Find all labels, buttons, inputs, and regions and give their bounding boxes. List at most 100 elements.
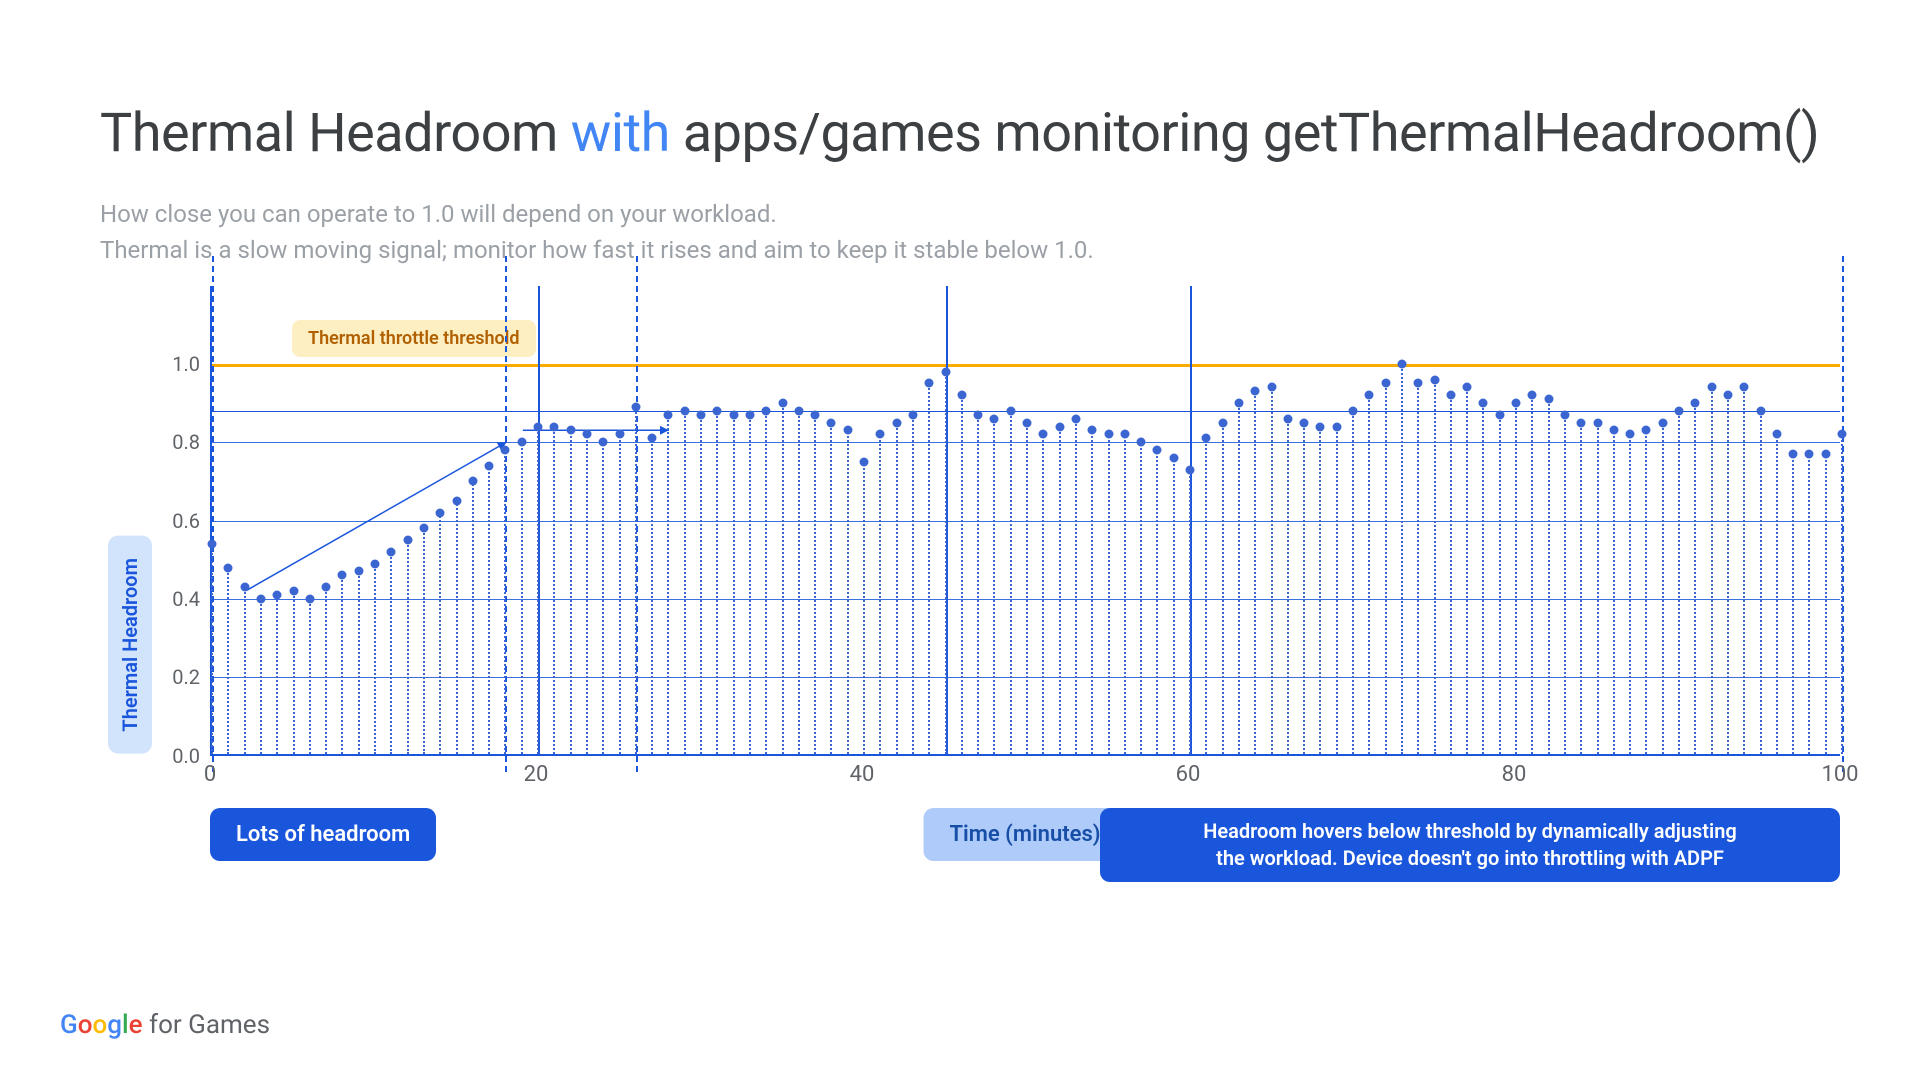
drop-line (1042, 432, 1044, 753)
drop-line (1287, 417, 1289, 754)
data-point (599, 438, 608, 447)
data-point (1120, 430, 1129, 439)
x-tick: 20 (524, 762, 549, 787)
data-point (534, 422, 543, 431)
data-point (403, 536, 412, 545)
slide-title: Thermal Headroom with apps/games monitor… (100, 100, 1820, 168)
data-point (664, 410, 673, 419)
data-point (1495, 410, 1504, 419)
drop-line (1482, 401, 1484, 754)
data-point (1528, 391, 1537, 400)
data-point (680, 406, 689, 415)
y-tick: 0.6 (172, 509, 200, 533)
drop-line (1173, 456, 1175, 754)
drop-line (1825, 452, 1827, 754)
drop-line (1091, 428, 1093, 753)
slide-subtitle: How close you can operate to 1.0 will de… (100, 196, 1820, 268)
drop-line (1515, 401, 1517, 754)
data-point (517, 438, 526, 447)
data-point (338, 571, 347, 580)
drop-line (1678, 409, 1680, 754)
data-point (208, 540, 217, 549)
drop-line (847, 428, 849, 753)
data-point (582, 430, 591, 439)
data-point (1153, 446, 1162, 455)
data-point (1821, 449, 1830, 458)
data-point (436, 508, 445, 517)
drop-line (227, 566, 229, 754)
data-point (256, 594, 265, 603)
threshold-line (212, 364, 1840, 367)
data-point (1283, 414, 1292, 423)
data-point (1512, 399, 1521, 408)
data-point (1626, 430, 1635, 439)
drop-line (814, 413, 816, 754)
drop-line (602, 440, 604, 753)
drop-line (765, 409, 767, 754)
drop-line (1466, 385, 1468, 753)
data-point (1316, 422, 1325, 431)
drop-line (1808, 452, 1810, 754)
data-point (1414, 379, 1423, 388)
drop-line (928, 381, 930, 753)
x-tick: 80 (1502, 762, 1527, 787)
drop-line (684, 409, 686, 754)
data-point (1071, 414, 1080, 423)
drop-line (896, 421, 898, 754)
y-tick: 1.0 (172, 352, 200, 376)
data-point (794, 406, 803, 415)
drop-line (1499, 413, 1501, 754)
data-point (827, 418, 836, 427)
data-point (876, 430, 885, 439)
data-point (1838, 430, 1847, 439)
data-point (1365, 391, 1374, 400)
drop-line (977, 413, 979, 754)
drop-line (1776, 432, 1778, 753)
drop-line (879, 432, 881, 753)
data-point (1544, 395, 1553, 404)
x-tick: 100 (1821, 762, 1858, 787)
guide-line (212, 411, 1840, 412)
drop-line (1629, 432, 1631, 753)
data-point (240, 583, 249, 592)
data-point (1609, 426, 1618, 435)
data-point (1642, 426, 1651, 435)
data-point (697, 410, 706, 419)
drop-line (749, 413, 751, 754)
drop-line (504, 448, 506, 754)
drop-line (1743, 385, 1745, 753)
data-point (1560, 410, 1569, 419)
drop-line (863, 460, 865, 754)
drop-line (1075, 417, 1077, 754)
data-point (289, 587, 298, 596)
data-point (305, 594, 314, 603)
data-point (957, 391, 966, 400)
drop-line (1531, 393, 1533, 753)
drop-line (1548, 397, 1550, 753)
data-point (354, 567, 363, 576)
drop-line (830, 421, 832, 754)
drop-line (537, 425, 539, 754)
data-point (860, 457, 869, 466)
data-point (1430, 375, 1439, 384)
data-point (1740, 383, 1749, 392)
drop-line (1760, 409, 1762, 754)
drop-line (961, 393, 963, 753)
data-point (1267, 383, 1276, 392)
data-point (1658, 418, 1667, 427)
data-point (1169, 453, 1178, 462)
drop-line (211, 542, 213, 754)
data-point (1805, 449, 1814, 458)
data-point (468, 477, 477, 486)
data-point (1251, 387, 1260, 396)
drop-line (488, 464, 490, 754)
annotation-lots-of-headroom: Lots of headroom (210, 808, 436, 861)
drop-line (570, 428, 572, 753)
data-point (485, 461, 494, 470)
drop-line (1792, 452, 1794, 754)
drop-line (945, 370, 947, 754)
drop-line (1205, 436, 1207, 753)
x-axis-label: Time (minutes) (924, 808, 1127, 861)
drop-line (635, 405, 637, 754)
data-point (843, 426, 852, 435)
